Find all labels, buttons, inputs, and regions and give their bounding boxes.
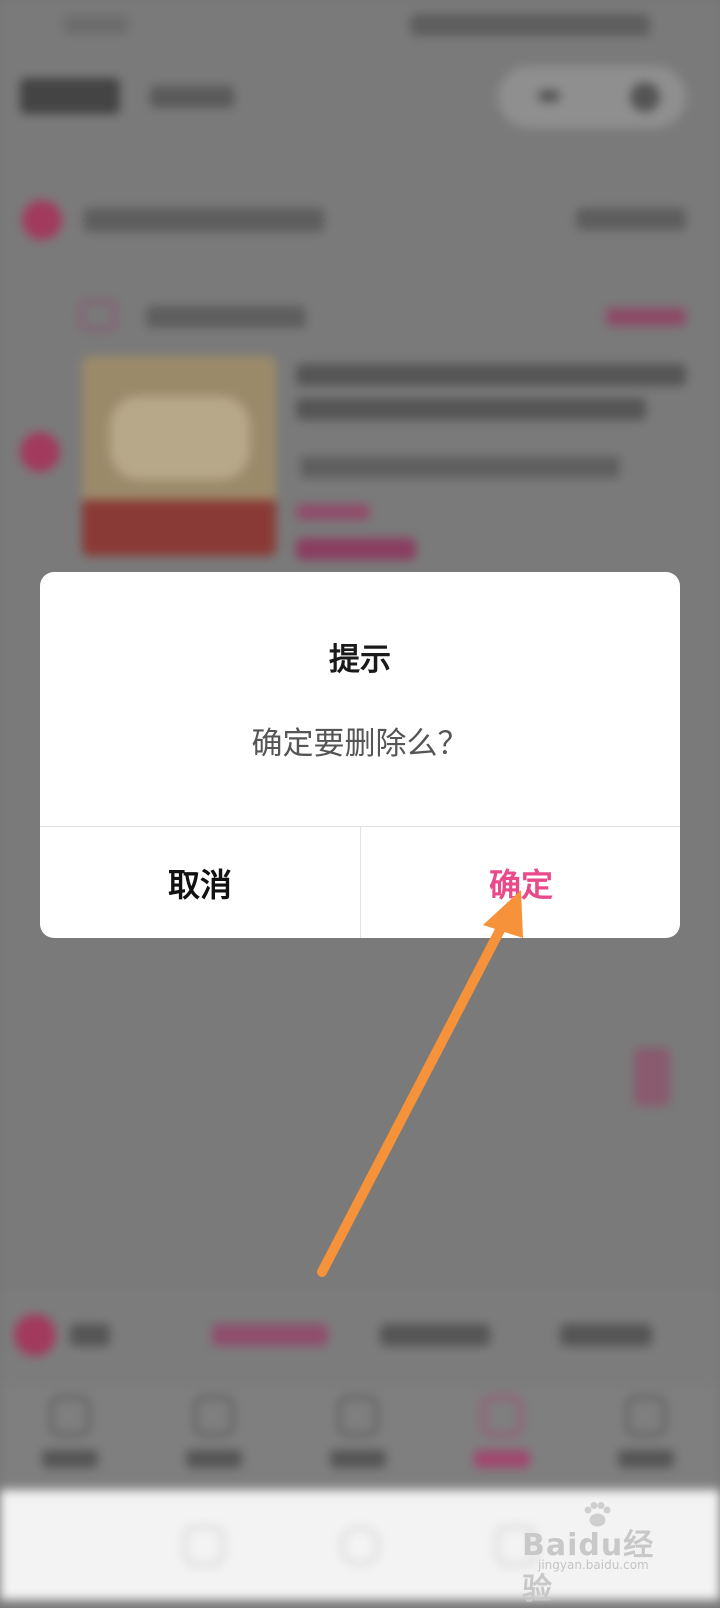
page-title: [20, 78, 120, 114]
shop-name[interactable]: [84, 208, 324, 232]
product-title-line: [296, 364, 686, 386]
discover-icon: [338, 1396, 378, 1436]
summary-action[interactable]: [212, 1324, 328, 1346]
confirm-button[interactable]: 确定: [361, 827, 680, 938]
shop-row: [0, 190, 720, 250]
tab-discover[interactable]: [308, 1396, 408, 1480]
product-image[interactable]: [82, 356, 276, 556]
dialog-message: 确定要删除么？: [40, 718, 680, 763]
profile-icon: [626, 1396, 666, 1436]
tab-home[interactable]: [20, 1396, 120, 1480]
home-button-icon[interactable]: [340, 1526, 380, 1566]
page-header: [0, 60, 720, 140]
close-icon: [630, 82, 660, 112]
home-icon: [50, 1396, 90, 1436]
tab-profile[interactable]: [596, 1396, 696, 1480]
cart-icon: [482, 1396, 522, 1436]
product-spec[interactable]: [300, 456, 620, 478]
more-icon: [538, 90, 560, 102]
item-checkbox[interactable]: [20, 432, 60, 472]
select-all-label: [70, 1324, 110, 1346]
manage-link[interactable]: [150, 86, 234, 108]
summary-action[interactable]: [560, 1324, 652, 1346]
message-icon: [194, 1396, 234, 1436]
cancel-button[interactable]: 取消: [40, 827, 360, 938]
floating-button[interactable]: [634, 1048, 670, 1106]
tab-cart[interactable]: [452, 1396, 552, 1480]
delete-confirm-dialog: 提示 确定要删除么？ 取消 确定: [40, 572, 680, 938]
product-tag: [296, 504, 370, 520]
status-time: [64, 16, 128, 34]
coupon-icon: [80, 300, 116, 330]
cart-summary-bar: [0, 1290, 720, 1386]
shop-checkbox[interactable]: [22, 200, 62, 240]
select-all-checkbox[interactable]: [14, 1314, 56, 1356]
promotion-link[interactable]: [606, 308, 686, 326]
tab-messages[interactable]: [164, 1396, 264, 1480]
watermark-url: jingyan.baidu.com: [538, 1558, 649, 1572]
summary-action[interactable]: [380, 1324, 490, 1346]
product-price: [296, 538, 416, 560]
shop-coupon-link[interactable]: [576, 208, 686, 230]
promotion-text: [146, 306, 306, 328]
dialog-title: 提示: [40, 634, 680, 679]
product-title-line: [296, 398, 646, 420]
status-icons: [410, 14, 650, 36]
baidu-watermark: Baidu经验 jingyan.baidu.com: [522, 1502, 682, 1578]
tab-bar: [0, 1386, 720, 1490]
mini-program-capsule[interactable]: [498, 66, 686, 128]
recent-apps-icon[interactable]: [184, 1526, 224, 1566]
status-bar: [0, 0, 720, 54]
